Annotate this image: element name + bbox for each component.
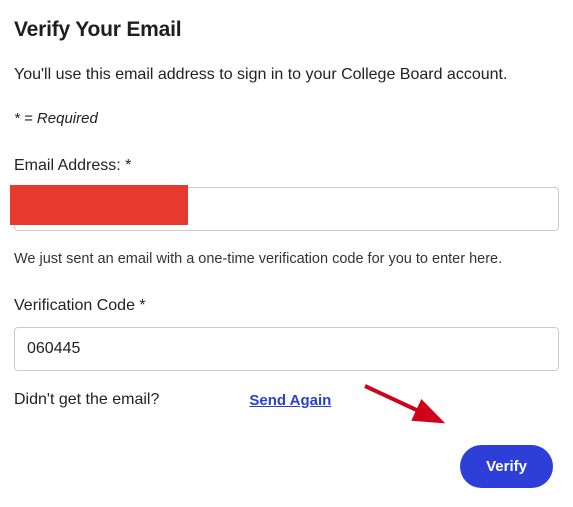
code-input-wrap xyxy=(14,327,559,371)
resend-question: Didn't get the email? xyxy=(14,391,159,409)
subtitle-text: You'll use this email address to sign in… xyxy=(14,66,559,84)
verify-button[interactable]: Verify xyxy=(460,445,553,488)
email-input-wrap xyxy=(14,187,559,231)
email-helper-text: We just sent an email with a one-time ve… xyxy=(14,251,559,267)
page-title: Verify Your Email xyxy=(14,18,559,42)
code-label: Verification Code * xyxy=(14,297,559,315)
redaction-overlay xyxy=(10,185,188,225)
send-again-link[interactable]: Send Again xyxy=(249,392,331,409)
verification-code-input[interactable] xyxy=(14,327,559,371)
resend-row: Didn't get the email? Send Again xyxy=(14,391,559,409)
verify-row: Verify xyxy=(14,445,559,488)
email-label: Email Address: * xyxy=(14,157,559,175)
required-note: * = Required xyxy=(14,110,559,127)
